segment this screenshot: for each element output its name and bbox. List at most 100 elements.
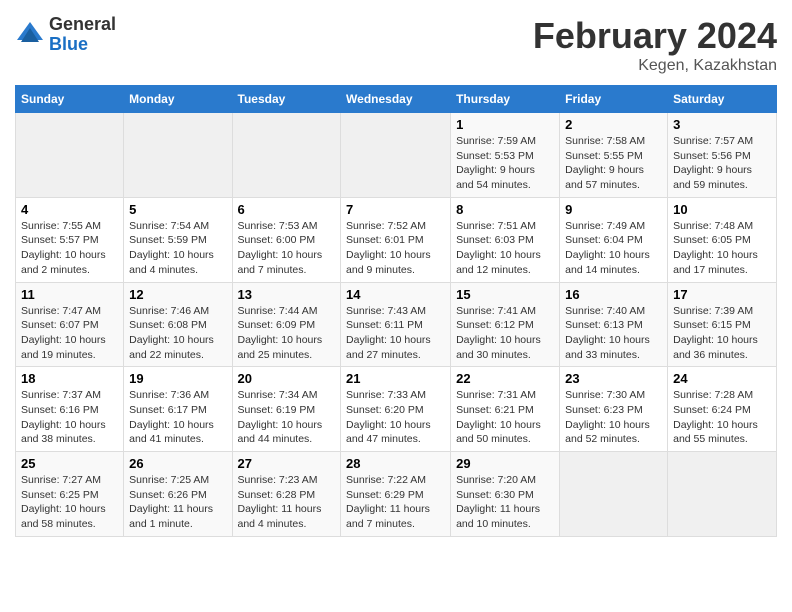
day-info: Sunrise: 7:23 AM Sunset: 6:28 PM Dayligh… (238, 473, 336, 532)
calendar-cell: 1 Sunrise: 7:59 AM Sunset: 5:53 PM Daylig… (451, 113, 560, 198)
calendar-cell: 28Sunrise: 7:22 AM Sunset: 6:29 PM Dayli… (341, 452, 451, 537)
weekday-header: Sunday (16, 86, 124, 113)
day-info: Sunrise: 7:39 AM Sunset: 6:15 PM Dayligh… (673, 304, 771, 363)
day-number: 24 (673, 371, 771, 386)
calendar-header: SundayMondayTuesdayWednesdayThursdayFrid… (16, 86, 777, 113)
calendar-cell: 4 Sunrise: 7:55 AM Sunset: 5:57 PM Daylig… (16, 197, 124, 282)
calendar-cell: 14 Sunrise: 7:43 AM Sunset: 6:11 PM Dayli… (341, 282, 451, 367)
day-info: Sunrise: 7:33 AM Sunset: 6:20 PM Dayligh… (346, 388, 445, 447)
day-number: 29 (456, 456, 554, 471)
calendar-week-row: 18 Sunrise: 7:37 AM Sunset: 6:16 PM Dayli… (16, 367, 777, 452)
day-number: 7 (346, 202, 445, 217)
calendar-cell: 17 Sunrise: 7:39 AM Sunset: 6:15 PM Dayli… (668, 282, 777, 367)
calendar-cell (560, 452, 668, 537)
day-number: 18 (21, 371, 118, 386)
day-number: 1 (456, 117, 554, 132)
calendar-cell (668, 452, 777, 537)
calendar-table: SundayMondayTuesdayWednesdayThursdayFrid… (15, 85, 777, 537)
weekday-header: Monday (124, 86, 232, 113)
calendar-cell: 9 Sunrise: 7:49 AM Sunset: 6:04 PM Daylig… (560, 197, 668, 282)
calendar-cell: 22 Sunrise: 7:31 AM Sunset: 6:21 PM Dayli… (451, 367, 560, 452)
day-number: 19 (129, 371, 226, 386)
weekday-header: Thursday (451, 86, 560, 113)
day-info: Sunrise: 7:46 AM Sunset: 6:08 PM Dayligh… (129, 304, 226, 363)
day-number: 2 (565, 117, 662, 132)
day-info: Sunrise: 7:28 AM Sunset: 6:24 PM Dayligh… (673, 388, 771, 447)
day-number: 10 (673, 202, 771, 217)
day-info: Sunrise: 7:47 AM Sunset: 6:07 PM Dayligh… (21, 304, 118, 363)
calendar-cell: 26Sunrise: 7:25 AM Sunset: 6:26 PM Dayli… (124, 452, 232, 537)
day-number: 3 (673, 117, 771, 132)
day-number: 27 (238, 456, 336, 471)
weekday-header: Friday (560, 86, 668, 113)
day-info: Sunrise: 7:22 AM Sunset: 6:29 PM Dayligh… (346, 473, 445, 532)
calendar-cell: 25 Sunrise: 7:27 AM Sunset: 6:25 PM Dayli… (16, 452, 124, 537)
calendar-cell: 8 Sunrise: 7:51 AM Sunset: 6:03 PM Daylig… (451, 197, 560, 282)
weekday-header: Tuesday (232, 86, 341, 113)
day-info: Sunrise: 7:54 AM Sunset: 5:59 PM Dayligh… (129, 219, 226, 278)
day-info: Sunrise: 7:41 AM Sunset: 6:12 PM Dayligh… (456, 304, 554, 363)
day-number: 21 (346, 371, 445, 386)
day-info: Sunrise: 7:34 AM Sunset: 6:19 PM Dayligh… (238, 388, 336, 447)
calendar-cell (232, 113, 341, 198)
weekday-header: Saturday (668, 86, 777, 113)
day-number: 20 (238, 371, 336, 386)
page-header: General Blue February 2024 Kegen, Kazakh… (15, 15, 777, 75)
day-number: 9 (565, 202, 662, 217)
calendar-cell: 18 Sunrise: 7:37 AM Sunset: 6:16 PM Dayli… (16, 367, 124, 452)
day-info: Sunrise: 7:52 AM Sunset: 6:01 PM Dayligh… (346, 219, 445, 278)
day-info: Sunrise: 7:40 AM Sunset: 6:13 PM Dayligh… (565, 304, 662, 363)
logo: General Blue (15, 15, 116, 55)
day-number: 11 (21, 287, 118, 302)
weekday-header: Wednesday (341, 86, 451, 113)
calendar-cell: 6 Sunrise: 7:53 AM Sunset: 6:00 PM Daylig… (232, 197, 341, 282)
day-number: 12 (129, 287, 226, 302)
day-info: Sunrise: 7:30 AM Sunset: 6:23 PM Dayligh… (565, 388, 662, 447)
day-info: Sunrise: 7:53 AM Sunset: 6:00 PM Dayligh… (238, 219, 336, 278)
calendar-week-row: 25 Sunrise: 7:27 AM Sunset: 6:25 PM Dayli… (16, 452, 777, 537)
day-info: Sunrise: 7:20 AM Sunset: 6:30 PM Dayligh… (456, 473, 554, 532)
day-number: 4 (21, 202, 118, 217)
day-number: 17 (673, 287, 771, 302)
day-info: Sunrise: 7:43 AM Sunset: 6:11 PM Dayligh… (346, 304, 445, 363)
day-number: 15 (456, 287, 554, 302)
day-number: 25 (21, 456, 118, 471)
day-info: Sunrise: 7:25 AM Sunset: 6:26 PM Dayligh… (129, 473, 226, 532)
logo-blue-text: Blue (49, 35, 116, 55)
calendar-cell (124, 113, 232, 198)
day-number: 13 (238, 287, 336, 302)
calendar-cell: 19Sunrise: 7:36 AM Sunset: 6:17 PM Dayli… (124, 367, 232, 452)
day-info: Sunrise: 7:27 AM Sunset: 6:25 PM Dayligh… (21, 473, 118, 532)
calendar-subtitle: Kegen, Kazakhstan (533, 57, 777, 75)
calendar-title: February 2024 (533, 15, 777, 57)
calendar-cell: 3 Sunrise: 7:57 AM Sunset: 5:56 PM Daylig… (668, 113, 777, 198)
calendar-cell: 15 Sunrise: 7:41 AM Sunset: 6:12 PM Dayli… (451, 282, 560, 367)
day-number: 22 (456, 371, 554, 386)
calendar-cell (16, 113, 124, 198)
day-number: 6 (238, 202, 336, 217)
day-number: 23 (565, 371, 662, 386)
header-row: SundayMondayTuesdayWednesdayThursdayFrid… (16, 86, 777, 113)
calendar-cell: 24 Sunrise: 7:28 AM Sunset: 6:24 PM Dayli… (668, 367, 777, 452)
calendar-cell: 10Sunrise: 7:48 AM Sunset: 6:05 PM Dayli… (668, 197, 777, 282)
day-info: Sunrise: 7:59 AM Sunset: 5:53 PM Dayligh… (456, 134, 554, 193)
day-info: Sunrise: 7:58 AM Sunset: 5:55 PM Dayligh… (565, 134, 662, 193)
day-info: Sunrise: 7:55 AM Sunset: 5:57 PM Dayligh… (21, 219, 118, 278)
day-number: 8 (456, 202, 554, 217)
calendar-cell: 11 Sunrise: 7:47 AM Sunset: 6:07 PM Dayli… (16, 282, 124, 367)
calendar-week-row: 4 Sunrise: 7:55 AM Sunset: 5:57 PM Daylig… (16, 197, 777, 282)
day-info: Sunrise: 7:31 AM Sunset: 6:21 PM Dayligh… (456, 388, 554, 447)
calendar-cell: 23 Sunrise: 7:30 AM Sunset: 6:23 PM Dayli… (560, 367, 668, 452)
day-number: 5 (129, 202, 226, 217)
day-number: 14 (346, 287, 445, 302)
day-info: Sunrise: 7:51 AM Sunset: 6:03 PM Dayligh… (456, 219, 554, 278)
day-info: Sunrise: 7:49 AM Sunset: 6:04 PM Dayligh… (565, 219, 662, 278)
day-info: Sunrise: 7:44 AM Sunset: 6:09 PM Dayligh… (238, 304, 336, 363)
title-block: February 2024 Kegen, Kazakhstan (533, 15, 777, 75)
calendar-cell: 29 Sunrise: 7:20 AM Sunset: 6:30 PM Dayli… (451, 452, 560, 537)
day-info: Sunrise: 7:37 AM Sunset: 6:16 PM Dayligh… (21, 388, 118, 447)
day-info: Sunrise: 7:57 AM Sunset: 5:56 PM Dayligh… (673, 134, 771, 193)
calendar-cell: 16Sunrise: 7:40 AM Sunset: 6:13 PM Dayli… (560, 282, 668, 367)
calendar-cell: 5 Sunrise: 7:54 AM Sunset: 5:59 PM Daylig… (124, 197, 232, 282)
calendar-week-row: 11 Sunrise: 7:47 AM Sunset: 6:07 PM Dayli… (16, 282, 777, 367)
